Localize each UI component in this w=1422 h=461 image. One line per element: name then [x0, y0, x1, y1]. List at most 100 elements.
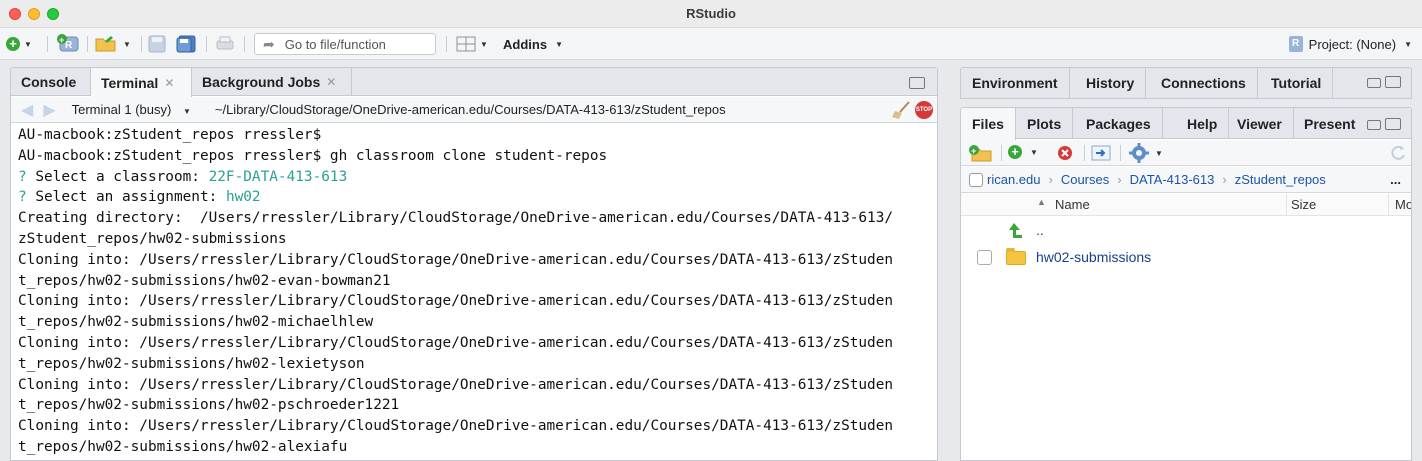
maximize-pane-icon[interactable] [909, 77, 925, 89]
chevron-down-icon: ▼ [123, 39, 131, 49]
files-toolbar: + + ▼ ▼ [961, 140, 1411, 166]
prompt-question-mark: ? [18, 168, 36, 185]
list-item[interactable]: .. [961, 218, 1411, 246]
toolbar-divider [244, 36, 245, 52]
minimize-pane-icon[interactable] [1367, 78, 1381, 88]
breadcrumb-more-button[interactable]: ... [1390, 172, 1401, 187]
terminal-line: t_repos/hw02-submissions/hw02-lexietyson [18, 355, 365, 372]
terminal-line: Cloning into: /Users/rressler/Library/Cl… [18, 293, 894, 310]
terminal-selector[interactable]: Terminal 1 (busy) ▼ [72, 102, 191, 117]
terminal-line: t_repos/hw02-submissions/hw02-evan-bowma… [18, 272, 391, 289]
terminal-line: Cloning into: /Users/rressler/Library/Cl… [18, 334, 894, 351]
print-button[interactable] [215, 34, 235, 54]
delete-icon[interactable] [1057, 145, 1073, 161]
addins-menu[interactable]: Addins ▼ [503, 34, 563, 54]
column-modified-header[interactable]: Mod [1395, 197, 1411, 212]
save-button[interactable] [148, 34, 166, 54]
terminal-line: ? Select a classroom: 22F-DATA-413-613 [18, 167, 933, 188]
new-folder-icon[interactable]: + [968, 144, 994, 162]
breadcrumb-item[interactable]: zStudent_repos [1235, 172, 1326, 187]
tab-help[interactable]: Help [1176, 108, 1230, 139]
tab-files[interactable]: Files [961, 108, 1016, 140]
breadcrumb-item[interactable]: DATA-413-613 [1130, 172, 1215, 187]
terminal-line: Cloning into: /Users/rressler/Library/Cl… [18, 376, 894, 393]
save-all-button[interactable] [176, 34, 196, 54]
terminal-line: ? Select an assignment: hw02 [18, 187, 933, 208]
folder-icon [1006, 248, 1026, 265]
breadcrumb-item[interactable]: Courses [1061, 172, 1109, 187]
terminal-line: AU-macbook:zStudent_repos rressler$ [18, 127, 322, 143]
chevron-down-icon: ▼ [1030, 147, 1038, 157]
project-menu[interactable]: R Project: (None) ▼ [1288, 34, 1412, 54]
toolbar-divider [141, 36, 142, 52]
addins-label: Addins [503, 36, 548, 52]
terminal-line: Creating directory: /Users/rressler/Libr… [18, 210, 894, 227]
print-icon [216, 36, 234, 50]
tab-background-jobs[interactable]: Background Jobs ✕ [192, 68, 352, 96]
rename-icon[interactable] [1091, 145, 1111, 161]
column-name-header[interactable]: Name [1055, 197, 1090, 212]
terminal-path: ~/Library/CloudStorage/OneDrive-american… [214, 102, 726, 117]
tab-terminal[interactable]: Terminal ✕ [91, 68, 192, 97]
arrow-right-icon: ➦ [263, 35, 275, 52]
pane-layout-button[interactable]: ▼ [456, 34, 488, 54]
main-toolbar: + ▼ R + ▼ ➦ Go to file/function ▼ Addins… [0, 28, 1422, 60]
forward-arrow-icon[interactable]: ▶ [43, 100, 55, 120]
chevron-right-icon: › [1117, 172, 1122, 187]
toolbar-divider [47, 36, 48, 52]
maximize-pane-icon[interactable] [1385, 76, 1401, 88]
close-icon[interactable]: ✕ [164, 76, 174, 90]
new-blank-file-button[interactable]: + ▼ [1008, 145, 1038, 159]
breadcrumb-item[interactable]: rican.edu [987, 172, 1040, 187]
toolbar-divider [206, 36, 207, 52]
close-icon[interactable]: ✕ [326, 75, 336, 89]
new-project-button[interactable]: R + [56, 34, 82, 54]
tab-plots[interactable]: Plots [1016, 108, 1074, 139]
prompt-question-mark: ? [18, 189, 36, 206]
go-to-file-input[interactable]: ➦ Go to file/function [254, 33, 436, 55]
toolbar-divider [1120, 145, 1121, 161]
tab-viewer[interactable]: Viewer [1226, 108, 1294, 139]
tab-presentation[interactable]: Present [1293, 108, 1366, 139]
terminal-line: zStudent_repos/hw02-submissions [18, 230, 287, 247]
refresh-icon[interactable] [1389, 144, 1407, 162]
terminal-selector-label: Terminal 1 (busy) [71, 102, 172, 117]
chevron-right-icon: › [1048, 172, 1053, 187]
maximize-pane-icon[interactable] [1385, 118, 1401, 130]
chevron-down-icon: ▼ [182, 107, 191, 116]
r-project-icon: R [1288, 36, 1303, 52]
save-icon [148, 35, 166, 53]
tab-packages[interactable]: Packages [1075, 108, 1163, 139]
clear-terminal-icon[interactable] [891, 101, 913, 119]
column-size-header[interactable]: Size [1291, 197, 1316, 212]
stop-icon[interactable]: STOP [915, 101, 933, 119]
tab-tutorial[interactable]: Tutorial [1260, 68, 1334, 98]
terminal-output[interactable]: AU-macbook:zStudent_repos rressler$ AU-ma… [18, 125, 933, 458]
more-options-button[interactable]: ▼ [1129, 143, 1163, 163]
row-checkbox[interactable] [977, 250, 992, 265]
file-name-link[interactable]: hw02-submissions [1036, 249, 1151, 265]
prompt-answer: 22F-DATA-413-613 [208, 168, 348, 185]
new-file-button[interactable]: + ▼ [6, 34, 32, 54]
column-divider [1388, 194, 1389, 216]
list-item[interactable]: hw02-submissions [961, 244, 1411, 272]
back-arrow-icon[interactable]: ◀ [21, 100, 33, 120]
tab-environment[interactable]: Environment [961, 68, 1070, 98]
go-to-file-placeholder: Go to file/function [284, 36, 386, 52]
environment-pane: Environment History Connections Tutorial [960, 67, 1412, 99]
title-bar: RStudio [0, 0, 1422, 28]
tab-connections[interactable]: Connections [1150, 68, 1258, 98]
select-all-checkbox[interactable] [969, 172, 983, 187]
minimize-pane-icon[interactable] [1367, 120, 1381, 130]
chevron-down-icon: ▼ [24, 39, 32, 49]
terminal-line: AU-macbook:zStudent_repos rressler$ gh c… [18, 147, 608, 164]
open-folder-icon [95, 36, 116, 52]
files-column-header: ▲ Name Size Mod [961, 194, 1411, 216]
tab-console[interactable]: Console [11, 68, 91, 96]
open-file-button[interactable]: ▼ [95, 34, 131, 54]
tab-history[interactable]: History [1075, 68, 1147, 98]
parent-directory-link[interactable]: .. [1036, 222, 1044, 238]
grid-icon [456, 36, 476, 52]
terminal-toolbar: ◀ ▶ Terminal 1 (busy) ▼ ~/Library/CloudS… [11, 97, 937, 123]
terminal-line: Cloning into: /Users/rressler/Library/Cl… [18, 251, 894, 268]
